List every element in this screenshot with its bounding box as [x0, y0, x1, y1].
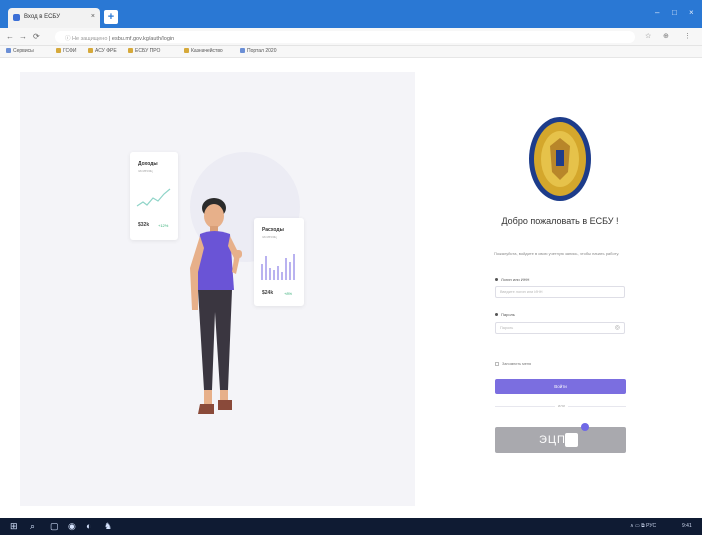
line-chart-icon	[136, 188, 171, 207]
tab-title: Вход в ЕСБУ	[24, 14, 61, 20]
favicon-icon	[13, 14, 20, 21]
card-value: $24k	[262, 290, 274, 296]
bookmark-item[interactable]: ЕСБУ ПРО	[128, 48, 160, 54]
clock[interactable]: 9:41	[682, 523, 692, 529]
bookmark-icon	[56, 48, 61, 53]
task-view-icon[interactable]: ▢	[50, 521, 59, 532]
user-icon	[495, 278, 498, 281]
bookmark-icon	[6, 48, 11, 53]
checkbox-icon[interactable]	[495, 362, 499, 366]
new-tab-button[interactable]: +	[104, 10, 118, 24]
welcome-heading: Добро пожаловать в ЕСБУ !	[501, 216, 619, 226]
start-button[interactable]: ⊞	[10, 521, 18, 532]
eye-icon[interactable]: ◎	[615, 324, 620, 331]
bookmark-icon	[128, 48, 133, 53]
bookmark-icon	[184, 48, 189, 53]
forward-button[interactable]: →	[19, 32, 27, 41]
browser-tab[interactable]: Вход в ЕСБУ ×	[8, 8, 100, 28]
security-indicator[interactable]: ⓘ Не защищено	[65, 36, 107, 42]
url-text: esbu.mf.gov.kg/auth/login	[111, 36, 175, 42]
bookmark-item[interactable]: Портал 2020	[240, 48, 277, 54]
character-illustration	[190, 198, 242, 414]
menu-icon[interactable]: ⋮	[684, 32, 691, 40]
username-label: Логин или ИНН	[495, 277, 529, 282]
card-title: Расходы	[262, 227, 284, 233]
card-title: Доходы	[138, 161, 158, 167]
lock-icon	[495, 313, 498, 316]
extension-icon[interactable]: ⊕	[663, 32, 669, 40]
hero-illustration: Доходы за месяц $32k +12% Расходы за мес…	[20, 72, 415, 506]
address-bar[interactable]: ⓘ Не защищено | esbu.mf.gov.kg/auth/logi…	[55, 31, 635, 43]
bar-chart-icon	[261, 254, 295, 280]
bookmarks-bar: Сервисы ГСФИ АСУ ФРЕ ЕСБУ ПРО Казначейст…	[0, 46, 702, 58]
explorer-icon[interactable]: ◐	[86, 521, 91, 531]
esign-label: ЭЦП	[539, 434, 566, 446]
or-separator: или	[555, 403, 568, 408]
card-subtitle: за месяц	[262, 235, 277, 239]
remember-me-checkbox[interactable]: Запомнить меня	[495, 362, 531, 366]
bookmark-item[interactable]: Сервисы	[6, 48, 34, 54]
app-icon[interactable]: ♞	[104, 521, 112, 532]
close-window-button[interactable]: ×	[689, 8, 694, 17]
stat-card-line: Доходы за месяц $32k +12%	[130, 152, 178, 240]
minimize-button[interactable]: –	[655, 8, 659, 17]
esign-key-icon	[565, 433, 578, 447]
card-value: $32k	[138, 222, 150, 228]
state-emblem-icon	[529, 117, 591, 201]
card-delta: +8%	[284, 291, 293, 296]
browser-toolbar: ← → ⟳ ⓘ Не защищено | esbu.mf.gov.kg/aut…	[0, 28, 702, 46]
reload-button[interactable]: ⟳	[33, 32, 40, 41]
password-input[interactable]: Пароль ◎	[495, 322, 625, 334]
notification-badge	[581, 423, 589, 431]
intro-text: Пожалуйста, войдите в свою учетную запис…	[494, 251, 620, 256]
bookmark-item[interactable]: ГСФИ	[56, 48, 77, 54]
search-icon[interactable]: ⌕	[30, 521, 35, 532]
tab-close-icon[interactable]: ×	[91, 13, 95, 20]
chrome-icon[interactable]: ◉	[68, 521, 76, 532]
bookmark-item[interactable]: Казначейство	[184, 48, 223, 54]
login-button[interactable]: Войти	[495, 379, 626, 394]
bookmark-item[interactable]: АСУ ФРЕ	[88, 48, 117, 54]
back-button[interactable]: ←	[6, 32, 14, 41]
login-page: Доходы за месяц $32k +12% Расходы за мес…	[0, 58, 702, 518]
os-taskbar: ⊞ ⌕ ▢ ◉ ◐ ♞ ∧ ▭ ⧉ РУС 9:41	[0, 518, 702, 535]
card-subtitle: за месяц	[138, 169, 153, 173]
browser-tab-bar: Вход в ЕСБУ × + – □ ×	[0, 0, 702, 28]
username-input[interactable]: Введите логин или ИНН	[495, 286, 625, 298]
bookmark-icon	[240, 48, 245, 53]
esign-login-button[interactable]: ЭЦП	[495, 423, 626, 453]
stat-card-bars: Расходы за месяц $24k +8%	[254, 218, 304, 306]
maximize-button[interactable]: □	[672, 8, 677, 17]
bookmark-star-icon[interactable]: ☆	[645, 32, 651, 40]
card-delta: +12%	[158, 223, 169, 228]
password-label: Пароль	[495, 312, 515, 317]
system-tray[interactable]: ∧ ▭ ⧉ РУС	[630, 523, 656, 529]
bookmark-icon	[88, 48, 93, 53]
